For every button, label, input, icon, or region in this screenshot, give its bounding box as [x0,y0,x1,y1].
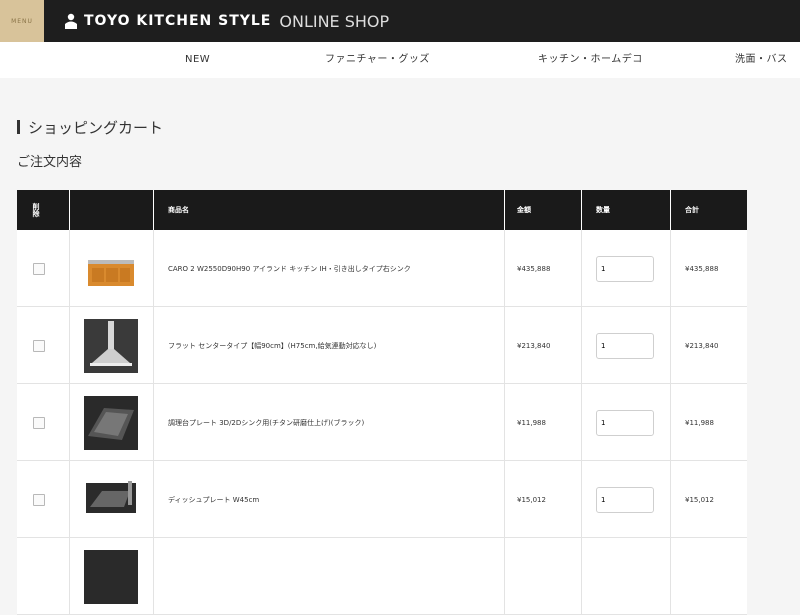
table-header: 削除 商品名 金額 数量 合計 [17,190,747,230]
column-header-total: 合計 [685,206,699,214]
page-title-text: ショッピングカート [28,118,164,137]
quantity-input[interactable] [596,332,654,359]
product-name[interactable]: ディッシュプレート W45cm [154,495,271,505]
brand-name: TOYO KITCHEN STYLE [84,13,272,29]
unit-price: ¥11,988 [517,418,546,427]
product-name[interactable]: CARO 2 W2550D90H90 アイランド キッチン IH・引き出しタイプ… [154,264,423,274]
top-header: MENU TOYO KITCHEN STYLE ONLINE SHOP [0,0,800,42]
menu-button-label: MENU [11,17,33,25]
title-accent-bar [17,120,20,134]
quantity-input[interactable] [596,409,654,436]
nav-item-bath[interactable]: 洗面・バス [735,42,788,78]
quantity-input[interactable] [596,486,654,513]
delete-checkbox[interactable] [33,339,45,352]
column-header-product: 商品名 [168,206,189,214]
column-header-delete: 削除 [32,203,40,217]
unit-price: ¥213,840 [517,341,551,350]
product-name[interactable]: フラット センタータイプ【幅90cm】(H75cm,給気連動対応なし) [154,341,388,351]
line-total: ¥15,012 [685,495,714,504]
dish-plate-image[interactable] [84,472,138,527]
table-row: フラット センタータイプ【幅90cm】(H75cm,給気連動対応なし) ¥213… [17,307,747,384]
line-total: ¥435,888 [685,264,719,273]
line-total: ¥213,840 [685,341,719,350]
column-header-image [69,190,153,230]
kitchen-unit-image[interactable] [84,241,138,296]
line-total: ¥11,988 [685,418,714,427]
column-header-qty: 数量 [596,206,610,214]
table-row: 調理台プレート 3D/2Dシンク用(チタン研磨仕上げ)(ブラック) ¥11,98… [17,384,747,461]
table-row: CARO 2 W2550D90H90 アイランド キッチン IH・引き出しタイプ… [17,230,747,307]
order-contents-heading: ご注文内容 [17,155,83,170]
brand-subtitle: ONLINE SHOP [279,11,390,31]
category-nav: NEW ファニチャー・グッズ キッチン・ホームデコ 洗面・バス [0,42,800,78]
brand-person-icon [64,13,78,29]
menu-button[interactable]: MENU [0,0,44,42]
nav-item-furniture-goods[interactable]: ファニチャー・グッズ [325,42,430,78]
quantity-input[interactable] [596,255,654,282]
brand-logo[interactable]: TOYO KITCHEN STYLE ONLINE SHOP [64,0,389,42]
delete-checkbox[interactable] [33,416,45,429]
page-title: ショッピングカート [17,117,163,137]
cooking-plate-image[interactable] [84,395,138,450]
nav-item-kitchen-home-deco[interactable]: キッチン・ホームデコ [538,42,643,78]
unit-price: ¥15,012 [517,495,546,504]
table-row [17,538,747,615]
product-name[interactable]: 調理台プレート 3D/2Dシンク用(チタン研磨仕上げ)(ブラック) [154,418,376,428]
delete-checkbox[interactable] [33,262,45,275]
table-row: ディッシュプレート W45cm ¥15,012 ¥15,012 [17,461,747,538]
delete-checkbox[interactable] [33,493,45,506]
column-header-price: 金額 [517,206,531,214]
nav-item-new[interactable]: NEW [185,42,210,78]
range-hood-image[interactable] [84,318,138,373]
product-image[interactable] [84,550,138,604]
unit-price: ¥435,888 [517,264,551,273]
